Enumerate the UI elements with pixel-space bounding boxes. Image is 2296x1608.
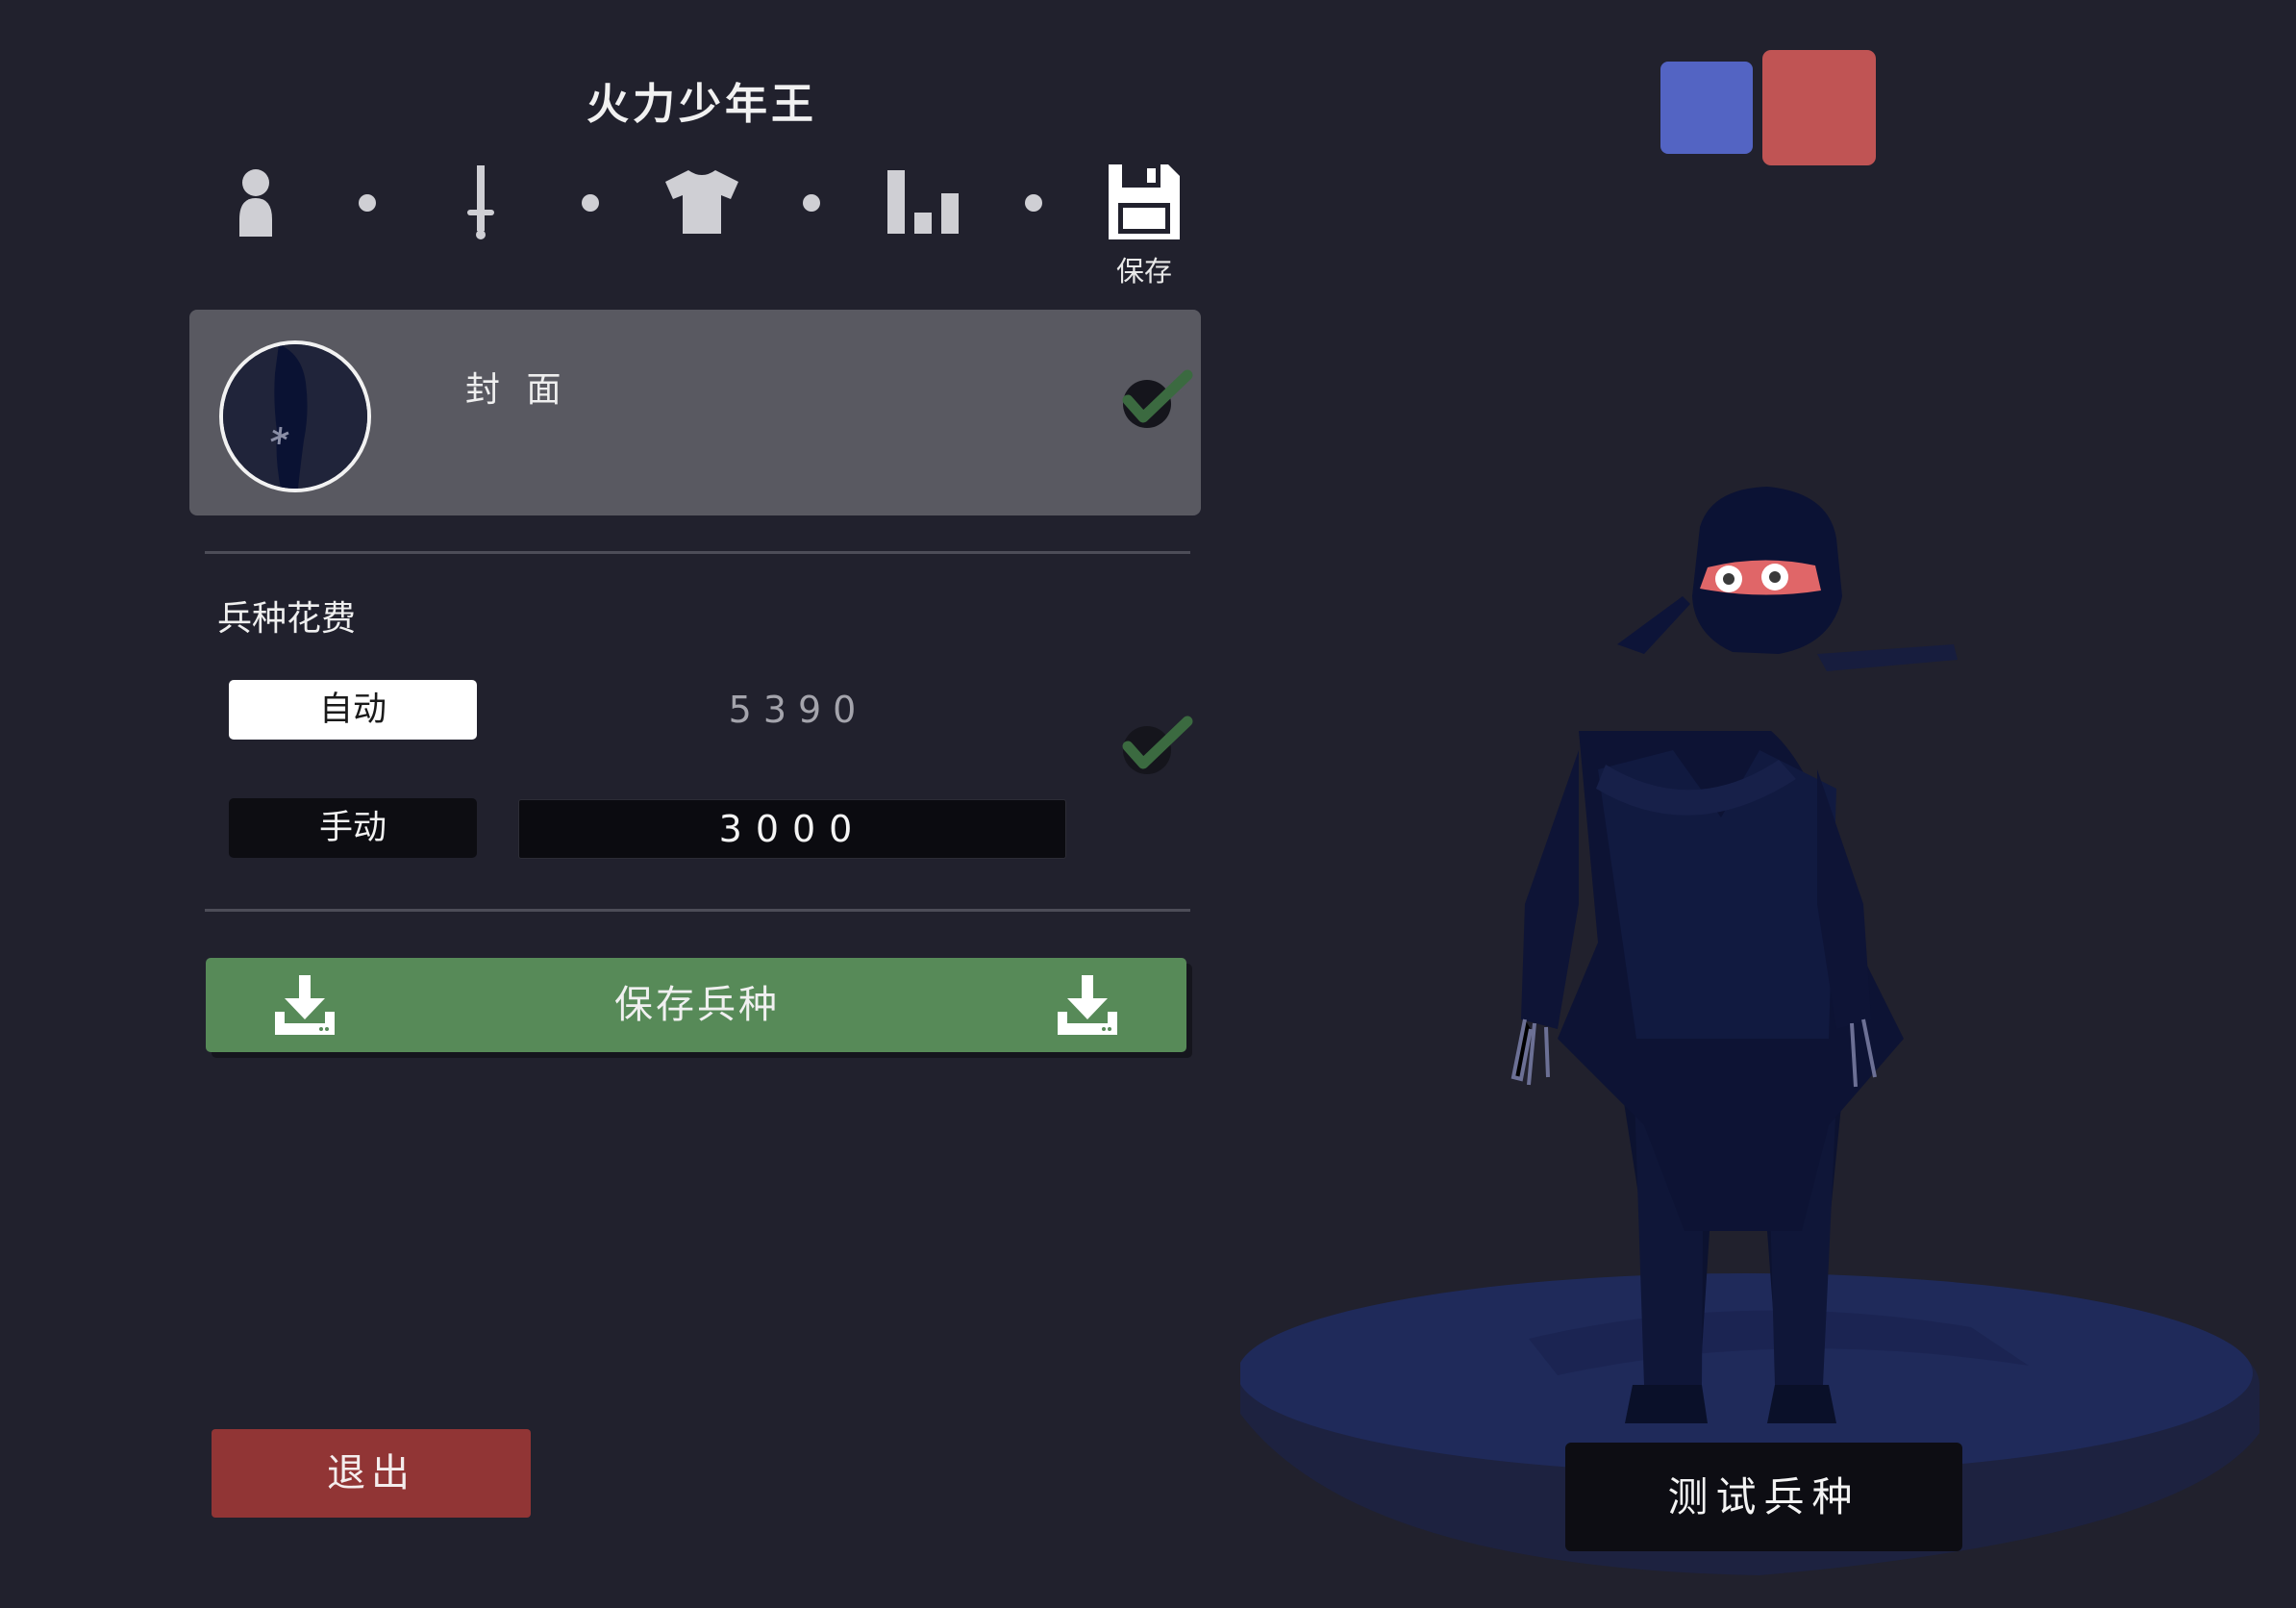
nav-tab-weapons[interactable]: [442, 162, 519, 242]
auto-cost-value: 5390: [728, 689, 868, 731]
cover-check-icon: [1120, 367, 1193, 431]
sword-icon: [467, 165, 494, 239]
shirt-icon: [665, 170, 738, 234]
nav-separator-dot: [582, 194, 599, 212]
person-icon: [239, 169, 272, 237]
manual-cost-button[interactable]: 手动: [229, 798, 477, 858]
unit-cost-heading: 兵种花费: [217, 599, 357, 639]
ninja-portrait-image: [223, 344, 367, 489]
exit-button[interactable]: 退出: [212, 1429, 531, 1518]
save-unit-label: 保存兵种: [614, 983, 780, 1027]
unit-name-title[interactable]: 火力少年王: [413, 71, 990, 138]
cover-portrait-avatar[interactable]: [219, 340, 371, 492]
test-unit-button[interactable]: 测试兵种: [1565, 1443, 1962, 1551]
nav-tab-stats[interactable]: [883, 162, 963, 242]
cover-label: 封 面: [465, 370, 569, 410]
nav-separator-dot: [803, 194, 820, 212]
team-blue-swatch[interactable]: [1660, 62, 1753, 154]
cost-check-icon: [1120, 714, 1193, 777]
save-tab-label: 保存: [1115, 255, 1172, 288]
download-icon: [271, 973, 338, 1037]
nav-separator-dot: [359, 194, 376, 212]
download-icon: [1054, 973, 1121, 1037]
manual-cost-input[interactable]: 3000: [518, 799, 1066, 859]
stats-icon: [887, 170, 959, 234]
nav-tab-save[interactable]: [1104, 162, 1185, 242]
nav-separator-dot: [1025, 194, 1042, 212]
section-divider: [205, 551, 1190, 554]
unit-preview-scene[interactable]: [1237, 365, 2296, 1604]
section-divider: [205, 909, 1190, 912]
team-red-swatch[interactable]: [1762, 50, 1876, 165]
auto-cost-button[interactable]: 自动: [229, 680, 477, 740]
save-disk-icon: [1109, 164, 1180, 239]
nav-tab-clothing[interactable]: [661, 162, 742, 242]
nav-tab-body[interactable]: [217, 162, 294, 242]
